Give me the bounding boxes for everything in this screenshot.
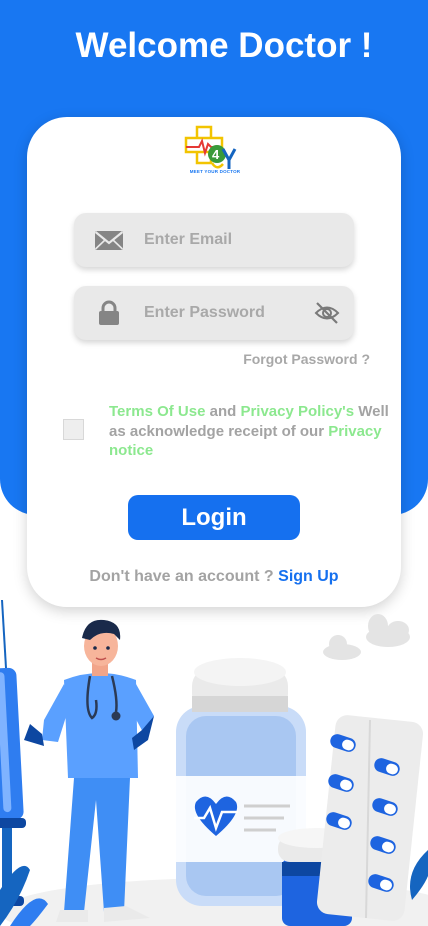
doctor-figure <box>24 619 154 922</box>
login-button[interactable]: Login <box>128 495 300 540</box>
svg-text:4: 4 <box>212 147 220 162</box>
doctor-illustration <box>0 600 428 926</box>
eye-slash-icon[interactable] <box>314 301 340 325</box>
syringe-icon <box>0 600 26 906</box>
email-input[interactable] <box>144 213 314 267</box>
email-field[interactable] <box>74 213 354 267</box>
logo-caption: MEET YOUR DOCTOR <box>189 169 241 174</box>
password-field[interactable] <box>74 286 354 340</box>
privacy-policy-link[interactable]: Privacy Policy's <box>240 403 354 420</box>
password-input[interactable] <box>144 286 314 340</box>
terms-of-use-link[interactable]: Terms Of Use <box>109 403 205 420</box>
mail-icon <box>94 231 124 250</box>
terms-checkbox[interactable] <box>63 419 84 440</box>
forgot-password-link[interactable]: Forgot Password ? <box>243 351 370 367</box>
leaf-icon <box>410 850 428 900</box>
page-title: Welcome Doctor ! <box>75 26 373 65</box>
lock-icon <box>99 300 119 325</box>
login-card: 4 MEET YOUR DOCTOR Forgot Password ? Ter… <box>27 117 401 607</box>
signup-prompt: Don't have an account ? Sign Up <box>27 568 401 586</box>
terms-text: Terms Of Use and Privacy Policy's Well a… <box>109 402 394 461</box>
cloud-icon <box>323 614 410 660</box>
terms-and-text: and <box>205 403 241 420</box>
sign-up-link[interactable]: Sign Up <box>278 568 338 585</box>
no-account-text: Don't have an account ? <box>89 568 279 585</box>
